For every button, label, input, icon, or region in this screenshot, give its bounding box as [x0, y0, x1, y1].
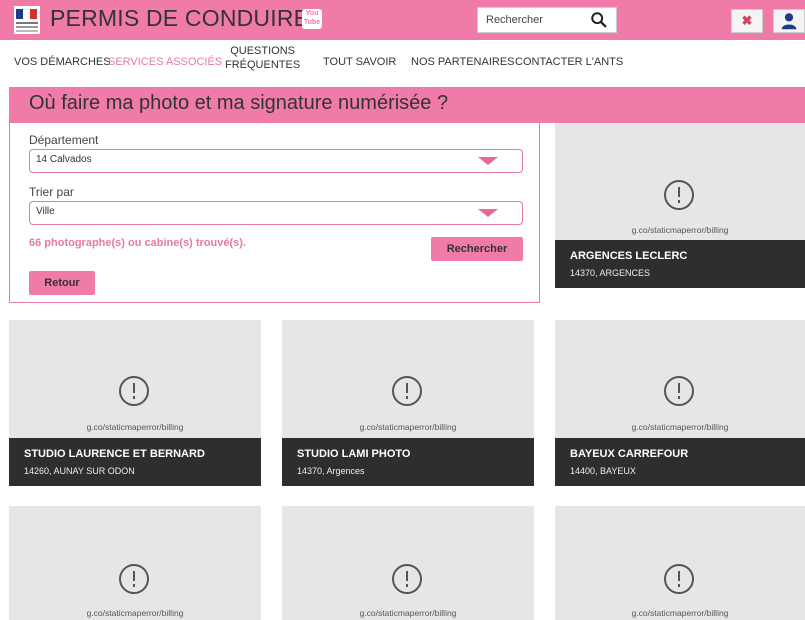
sort-select[interactable]: Ville	[29, 201, 523, 225]
sort-label: Trier par	[29, 185, 74, 199]
location-name: ARGENCES LECLERC	[570, 250, 688, 262]
map-error-text: g.co/staticmaperror/billing	[359, 422, 457, 432]
page-title: Où faire ma photo et ma signature numéri…	[29, 92, 449, 114]
location-address: 14370, Argences	[297, 466, 365, 476]
location-card[interactable]: g.co/staticmaperror/billing	[282, 506, 534, 620]
sort-value: Ville	[36, 206, 55, 217]
location-card[interactable]: g.co/staticmaperror/billing BAYEUX CARRE…	[555, 320, 805, 486]
search-button[interactable]: Rechercher	[431, 237, 523, 261]
nav-tout-savoir[interactable]: TOUT SAVOIR	[323, 56, 396, 68]
card-caption: STUDIO LAURENCE ET BERNARD 14260, AUNAY …	[9, 438, 261, 486]
result-count: 66 photographe(s) ou cabine(s) trouvé(s)…	[29, 237, 246, 249]
top-header: PERMIS DE CONDUIRE You Tube ✖	[0, 0, 805, 40]
warning-icon	[664, 180, 694, 210]
departement-value: 14 Calvados	[36, 154, 92, 165]
map-error-text: g.co/staticmaperror/billing	[86, 422, 184, 432]
location-name: STUDIO LAURENCE ET BERNARD	[24, 448, 205, 460]
search-input[interactable]	[478, 8, 604, 32]
main-navigation: VOS DÉMARCHES SERVICES ASSOCIÉS QUESTION…	[0, 40, 805, 78]
card-caption: BAYEUX CARREFOUR 14400, BAYEUX	[555, 438, 805, 486]
map-error-text: g.co/staticmaperror/billing	[631, 608, 729, 618]
republique-francaise-logo[interactable]	[14, 6, 40, 34]
close-button[interactable]: ✖	[731, 9, 763, 33]
card-caption: ARGENCES LECLERC 14370, ARGENCES	[555, 240, 805, 288]
map-error-text: g.co/staticmaperror/billing	[86, 608, 184, 618]
location-card[interactable]: g.co/staticmaperror/billing	[555, 506, 805, 620]
location-address: 14370, ARGENCES	[570, 268, 651, 278]
search-box	[477, 7, 617, 33]
warning-icon	[392, 564, 422, 594]
chevron-down-icon	[478, 209, 498, 217]
nav-vos-demarches[interactable]: VOS DÉMARCHES	[14, 56, 111, 68]
back-button[interactable]: Retour	[29, 271, 95, 295]
warning-icon	[392, 376, 422, 406]
warning-icon	[119, 376, 149, 406]
location-card[interactable]: g.co/staticmaperror/billing STUDIO LAURE…	[9, 320, 261, 486]
page-title-banner: Où faire ma photo et ma signature numéri…	[9, 87, 805, 123]
warning-icon	[119, 564, 149, 594]
location-address: 14260, AUNAY SUR ODON	[24, 466, 135, 476]
nav-questions-frequentes[interactable]: QUESTIONS FRÉQUENTES	[225, 44, 300, 72]
youtube-icon[interactable]: You Tube	[302, 9, 322, 29]
warning-icon	[664, 564, 694, 594]
map-error-text: g.co/staticmaperror/billing	[359, 608, 457, 618]
location-card[interactable]: g.co/staticmaperror/billing STUDIO LAMI …	[282, 320, 534, 486]
nav-services-associes[interactable]: SERVICES ASSOCIÉS	[108, 56, 222, 68]
map-error-text: g.co/staticmaperror/billing	[631, 225, 729, 235]
nav-nos-partenaires[interactable]: NOS PARTENAIRES	[411, 56, 515, 68]
location-name: STUDIO LAMI PHOTO	[297, 448, 411, 460]
departement-select[interactable]: 14 Calvados	[29, 149, 523, 173]
location-card[interactable]: g.co/staticmaperror/billing	[9, 506, 261, 620]
search-icon[interactable]	[590, 11, 608, 29]
card-caption: STUDIO LAMI PHOTO 14370, Argences	[282, 438, 534, 486]
map-error-text: g.co/staticmaperror/billing	[631, 422, 729, 432]
user-icon	[781, 13, 797, 30]
departement-label: Département	[29, 133, 99, 147]
location-address: 14400, BAYEUX	[570, 466, 636, 476]
location-name: BAYEUX CARREFOUR	[570, 448, 689, 460]
location-card[interactable]: g.co/staticmaperror/billing ARGENCES LEC…	[555, 123, 805, 288]
site-title[interactable]: PERMIS DE CONDUIRE	[50, 5, 309, 32]
user-account-button[interactable]	[773, 9, 805, 33]
nav-contacter-ants[interactable]: CONTACTER L'ANTS	[515, 56, 623, 68]
warning-icon	[664, 376, 694, 406]
close-icon: ✖	[741, 13, 753, 28]
filter-panel: Département 14 Calvados Trier par Ville …	[9, 123, 540, 303]
chevron-down-icon	[478, 157, 498, 165]
